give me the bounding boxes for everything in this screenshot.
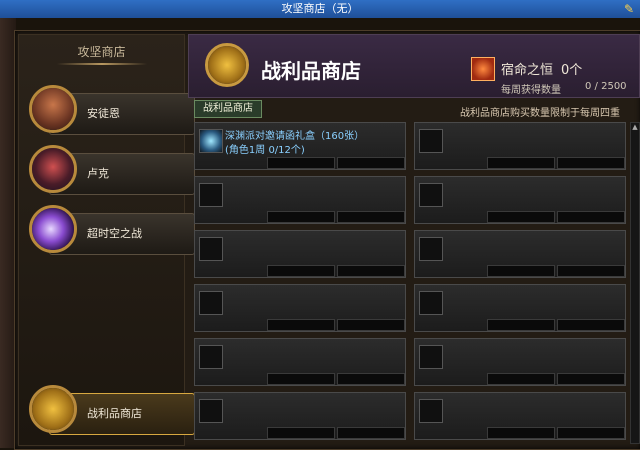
item-bar (557, 211, 625, 223)
currency-count: 0个 (561, 63, 583, 78)
loot-bag-icon (205, 43, 249, 87)
empty-item-slot[interactable] (414, 230, 626, 278)
empty-icon-box (419, 237, 443, 261)
abyss-invite-box-icon (199, 129, 223, 153)
shop-item-slot[interactable]: 深渊派对邀请函礼盒（160张） (角色1周 0/12个) 40 (194, 122, 406, 170)
empty-item-slot[interactable] (414, 338, 626, 386)
empty-icon-box (199, 237, 223, 261)
item-bar (337, 427, 405, 439)
npc-label: 安徒恩 (87, 107, 120, 120)
empty-icon-box (199, 399, 223, 423)
empty-icon-box (199, 345, 223, 369)
npc-item-anton[interactable]: 安徒恩 (29, 85, 195, 135)
item-bar (487, 319, 555, 331)
npc-item-luke[interactable]: 卢克 (29, 145, 195, 195)
currency-name: 宿命之恒 (501, 63, 554, 78)
window-title: 攻坚商店（无） (281, 2, 359, 15)
empty-item-slot[interactable] (414, 392, 626, 440)
empty-item-slot[interactable] (194, 284, 406, 332)
item-bar (487, 265, 555, 277)
npc-label: 卢克 (87, 167, 109, 180)
empty-item-slot[interactable] (414, 284, 626, 332)
item-bar (557, 427, 625, 439)
npc-label: 超时空之战 (87, 227, 142, 240)
sidebar: 攻坚商店 安徒恩 卢克 超时空之战 战利品商店 (18, 34, 195, 446)
tab-loot-shop[interactable]: 战利品商店 (194, 100, 262, 118)
empty-icon-box (419, 129, 443, 153)
time-war-portrait-icon (29, 205, 77, 253)
empty-item-slot[interactable] (194, 230, 406, 278)
empty-icon-box (419, 345, 443, 369)
item-bar (557, 157, 625, 169)
scrollbar[interactable]: ▲ (630, 122, 640, 444)
shop-main: 战利品商店 宿命之恒 0个 每周获得数量 0 / 2500 战利品商店 战利品商… (188, 34, 640, 444)
empty-item-slot[interactable] (414, 176, 626, 224)
item-bar (337, 319, 405, 331)
item-bar (267, 265, 335, 277)
empty-item-slot[interactable] (194, 176, 406, 224)
item-bar (337, 157, 405, 169)
item-bar (337, 211, 405, 223)
item-bar (337, 373, 405, 385)
empty-icon-box (199, 183, 223, 207)
npc-item-loot-shop[interactable]: 战利品商店 (29, 385, 195, 435)
item-bar (267, 427, 335, 439)
weekly-value: 0 / 2500 (585, 81, 627, 92)
empty-icon-box (419, 399, 443, 423)
empty-item-slot[interactable] (194, 392, 406, 440)
npc-label: 战利品商店 (87, 407, 142, 420)
empty-item-slot[interactable] (194, 338, 406, 386)
shop-header: 战利品商店 宿命之恒 0个 每周获得数量 0 / 2500 (188, 34, 640, 98)
sidebar-title-divider (57, 63, 147, 65)
empty-icon-box (419, 183, 443, 207)
luke-portrait-icon (29, 145, 77, 193)
item-bar (557, 373, 625, 385)
item-bar (487, 427, 555, 439)
item-grid: 深渊派对邀请函礼盒（160张） (角色1周 0/12个) 40 (194, 122, 626, 442)
loot-bag-icon (29, 385, 77, 433)
scroll-up-arrow-icon[interactable]: ▲ (631, 123, 639, 131)
window-titlebar: 攻坚商店（无） ✎ (0, 0, 640, 18)
anton-portrait-icon (29, 85, 77, 133)
item-bar (487, 211, 555, 223)
pin-icon[interactable]: ✎ (624, 0, 634, 18)
item-bar (267, 373, 335, 385)
item-bar (557, 319, 625, 331)
empty-icon-box (419, 291, 443, 315)
item-bar (557, 265, 625, 277)
currency-icon (471, 57, 495, 81)
empty-icon-box (199, 291, 223, 315)
item-bar (337, 265, 405, 277)
empty-item-slot[interactable] (414, 122, 626, 170)
item-bar (267, 319, 335, 331)
sidebar-title: 攻坚商店 (77, 45, 126, 59)
item-bar (267, 157, 335, 169)
item-bar (487, 157, 555, 169)
item-name: 深渊派对邀请函礼盒（160张） (225, 131, 365, 142)
shop-title: 战利品商店 (261, 59, 361, 83)
item-limit: (角色1周 0/12个) (225, 145, 305, 156)
npc-item-time-war[interactable]: 超时空之战 (29, 205, 195, 255)
item-bar (487, 373, 555, 385)
item-bar (267, 211, 335, 223)
weekly-label: 每周获得数量 (501, 85, 561, 96)
